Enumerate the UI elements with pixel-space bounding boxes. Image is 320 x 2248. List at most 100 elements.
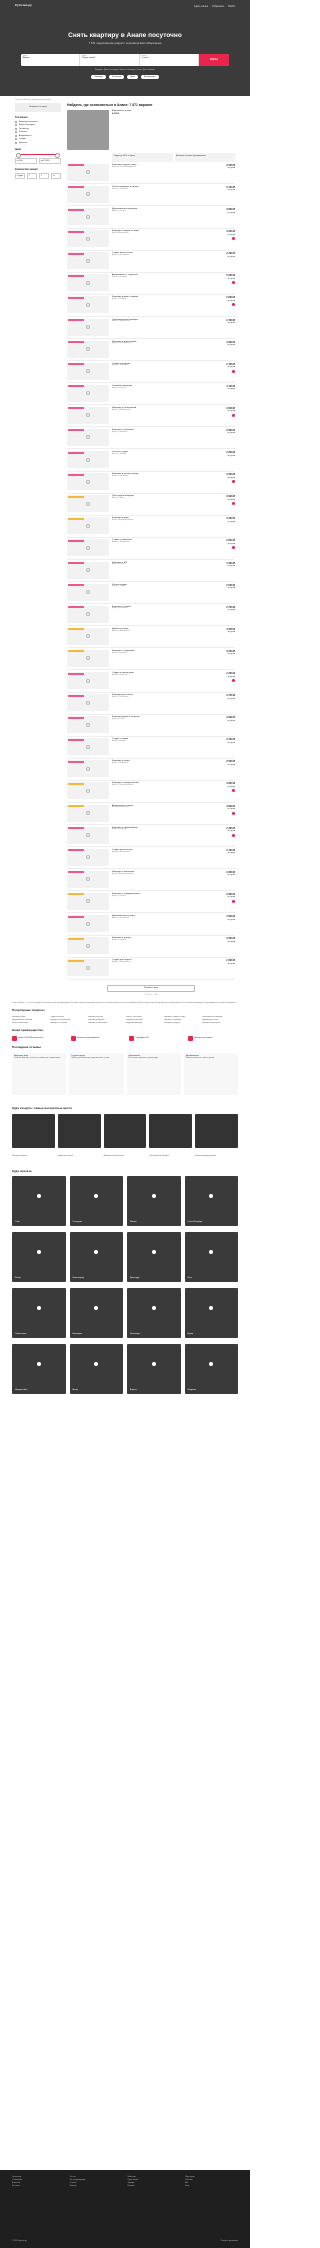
review-card[interactable]: Апартаменты Всё соответствует фото, реком… [126, 1052, 181, 1095]
listing-photo[interactable] [67, 451, 109, 469]
listing-photo[interactable] [67, 848, 109, 866]
listing-card[interactable]: Квартира в центре города Анапа, ул. Прота… [67, 472, 235, 494]
query-link[interactable]: Жильё с бассейном [126, 1016, 162, 1018]
city-card[interactable]: Алушта [127, 1344, 181, 1395]
listing-card[interactable]: Квартира в центре Анапа, ул. Горького 3 00… [67, 936, 235, 958]
city-card[interactable]: Анапа [69, 1344, 123, 1395]
show-map-button[interactable]: Показать на карте [15, 103, 61, 112]
city-card[interactable]: Калининград [69, 1232, 123, 1283]
listing-card[interactable]: Квартира рядом с парком Анапа, ул. Горько… [67, 295, 235, 317]
city-card[interactable]: Адлер [184, 1288, 238, 1339]
review-card[interactable]: Студия в центре Удобное расположение, ряд… [69, 1052, 124, 1095]
place-card[interactable]: Парк «30-летия Победы» [149, 1113, 193, 1157]
listing-card[interactable]: Студия с ремонтом Анапа, ул. Лермонтова 2 … [67, 538, 235, 560]
place-card[interactable]: Набережная Анапы [12, 1113, 55, 1157]
footer-link[interactable]: Помощь [70, 2185, 123, 2188]
search-guests-field[interactable]: Гости 1 гость [140, 53, 199, 66]
listing-photo[interactable] [67, 473, 109, 491]
checkbox[interactable] [15, 124, 18, 127]
chip[interactable]: Дачи [143, 69, 147, 71]
checkbox[interactable] [15, 120, 18, 123]
favorite-icon[interactable] [232, 546, 235, 550]
listing-photo[interactable] [67, 185, 109, 203]
checkbox[interactable] [15, 138, 18, 141]
listing-card[interactable]: Квартира у набережной Анапа, ул. Черномор… [67, 405, 235, 428]
listing-card[interactable]: Студия с видом Анапа, ул. Кирова 3 100 ₽ за… [67, 737, 235, 759]
type-option[interactable]: Комнаты [15, 142, 61, 145]
price-slider[interactable] [16, 152, 60, 158]
query-link[interactable]: Квартиры с балконом [50, 1022, 86, 1024]
listing-card[interactable]: Квартира у парка Анапа, ул. Советская 2 50… [67, 759, 235, 781]
chip[interactable]: Отели [136, 69, 141, 71]
header-link[interactable]: Избранное [212, 5, 224, 8]
promo-banner[interactable]: Скидка до 20% на бронь [112, 153, 173, 163]
listing-photo[interactable] [67, 539, 109, 557]
site-logo[interactable]: Суточно.ру [15, 3, 32, 8]
city-card[interactable]: Геленджик [69, 1176, 123, 1227]
query-link[interactable]: Квартиры с парковкой [164, 1019, 200, 1021]
listing-photo[interactable] [67, 296, 109, 314]
listing-card[interactable]: Однокомнатная квартира Анапа, ул. Астраха… [67, 317, 235, 339]
listing-card[interactable]: Апартаменты у моря Анапа, Высокий берег 4 … [67, 803, 235, 826]
listing-card[interactable]: Квартира с евроремонтом Анапа, ул. Красно… [67, 781, 235, 803]
chip[interactable]: Комнаты [148, 69, 155, 71]
checkbox[interactable] [15, 134, 18, 137]
breadcrumb[interactable]: Главная / Анапа / Квартиры посуточно [0, 96, 250, 103]
filter-pill[interactable]: Дома [127, 74, 138, 79]
listing-card[interactable]: Уютная студия Анапа, ул. Южная 2 000 ₽ за с… [67, 582, 235, 605]
listing-card[interactable]: Двухкомнатная квартира Анапа, ул. Ленина 3… [67, 206, 235, 229]
listing-photo[interactable] [67, 605, 109, 623]
listing-photo[interactable] [67, 937, 109, 955]
listing-photo[interactable] [67, 384, 109, 402]
favorite-icon[interactable] [232, 237, 235, 241]
checkbox[interactable] [15, 127, 18, 130]
city-card[interactable]: Москва [127, 1176, 181, 1227]
query-link[interactable]: Квартиры в Джемете [88, 1019, 124, 1021]
listing-card[interactable]: Светлая студия Анапа, ул. Пушкина 2 300 ₽ з… [67, 449, 235, 472]
chip[interactable]: Коттеджи [128, 69, 136, 71]
review-card[interactable]: Квартира у моря Отличная квартира, всё чи… [12, 1052, 67, 1095]
query-link[interactable]: Квартиры в Витязево [126, 1019, 162, 1021]
rooms-option[interactable]: 1 [27, 172, 37, 179]
favorite-icon[interactable] [232, 679, 235, 682]
favorite-icon[interactable] [232, 502, 235, 506]
query-link[interactable]: Квартиры с видом на море [164, 1016, 200, 1018]
city-card[interactable]: Феодосия [184, 1344, 238, 1395]
chip[interactable]: Гостиницы [109, 69, 118, 71]
city-card[interactable]: Краснодар [127, 1232, 181, 1283]
query-link[interactable]: Жильё с животными [12, 1022, 48, 1024]
listing-photo[interactable] [67, 428, 109, 446]
header-link[interactable]: Сдать жильё [194, 5, 208, 8]
query-link[interactable]: Квартиры на выходные [202, 1022, 238, 1024]
listing-card[interactable]: Квартира с кухней Анапа, ул. Крымская 2 70… [67, 604, 235, 627]
listing-card[interactable]: Просторная квартира Анапа, ул. Мира 3 900 … [67, 494, 235, 516]
listing-card[interactable]: Студия для отдыха Анапа, ул. Черноморская… [67, 958, 235, 980]
chip[interactable]: Дома [104, 69, 108, 71]
query-link[interactable]: Двухкомнатные квартиры [12, 1019, 48, 1021]
listing-card[interactable]: Квартира у аквапарка Анапа, Пионерский пр… [67, 869, 235, 892]
query-link[interactable]: Квартиры на Пионерском [50, 1019, 86, 1021]
listing-photo[interactable] [67, 583, 109, 601]
listing-photo[interactable] [67, 561, 109, 579]
favorite-icon[interactable] [232, 899, 235, 903]
listing-photo[interactable] [67, 495, 109, 513]
city-card[interactable]: Севастополь [12, 1288, 66, 1339]
listing-card[interactable]: Двухкомнатная у моря Анапа, ул. Набережна… [67, 913, 235, 936]
filter-pill[interactable]: Все фильтры [140, 74, 159, 79]
rooms-option[interactable]: Студия [15, 172, 25, 179]
listing-card[interactable]: Семейная квартира Анапа, ул. Терская 4 100… [67, 383, 235, 406]
review-card[interactable]: Двухкомнатная Хорошее жильё для семьи с д… [183, 1052, 238, 1095]
favorite-icon[interactable] [232, 833, 235, 837]
show-more-button[interactable]: Показать ещё [107, 984, 195, 993]
query-link[interactable]: Квартиры в новостройке [88, 1022, 124, 1024]
listing-card[interactable]: Апартаменты с террасой Анапа, ул. Паркова… [67, 273, 235, 295]
favorite-icon[interactable] [232, 303, 235, 307]
listing-card[interactable]: Двушка у пляжа Анапа, ул. Набережная 4 300… [67, 626, 235, 649]
place-card[interactable]: Аквапарк «Золотой пляж» [103, 1113, 147, 1157]
query-link[interactable]: Однокомнатные квартиры [202, 1016, 238, 1018]
listing-photo[interactable] [67, 716, 109, 734]
city-card[interactable]: Новороссийск [12, 1344, 66, 1395]
city-card[interactable]: Казань [12, 1232, 66, 1283]
search-dates-field[interactable]: Даты Когда заезд? [80, 53, 140, 66]
pagination[interactable]: 1 2 3 4 5 … 394 [67, 994, 235, 996]
